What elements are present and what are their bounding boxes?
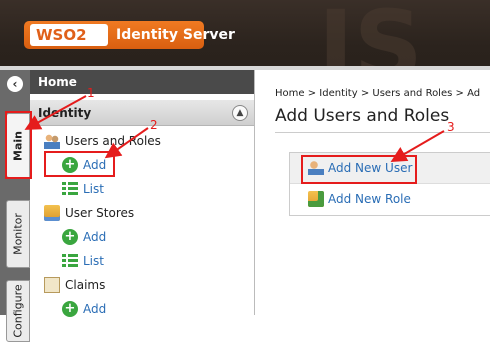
annotation-arrow-2 (104, 127, 149, 159)
annotation-arrows (24, 95, 445, 163)
annotation-arrow-3 (390, 130, 445, 163)
annotation-arrow-1 (24, 95, 87, 130)
